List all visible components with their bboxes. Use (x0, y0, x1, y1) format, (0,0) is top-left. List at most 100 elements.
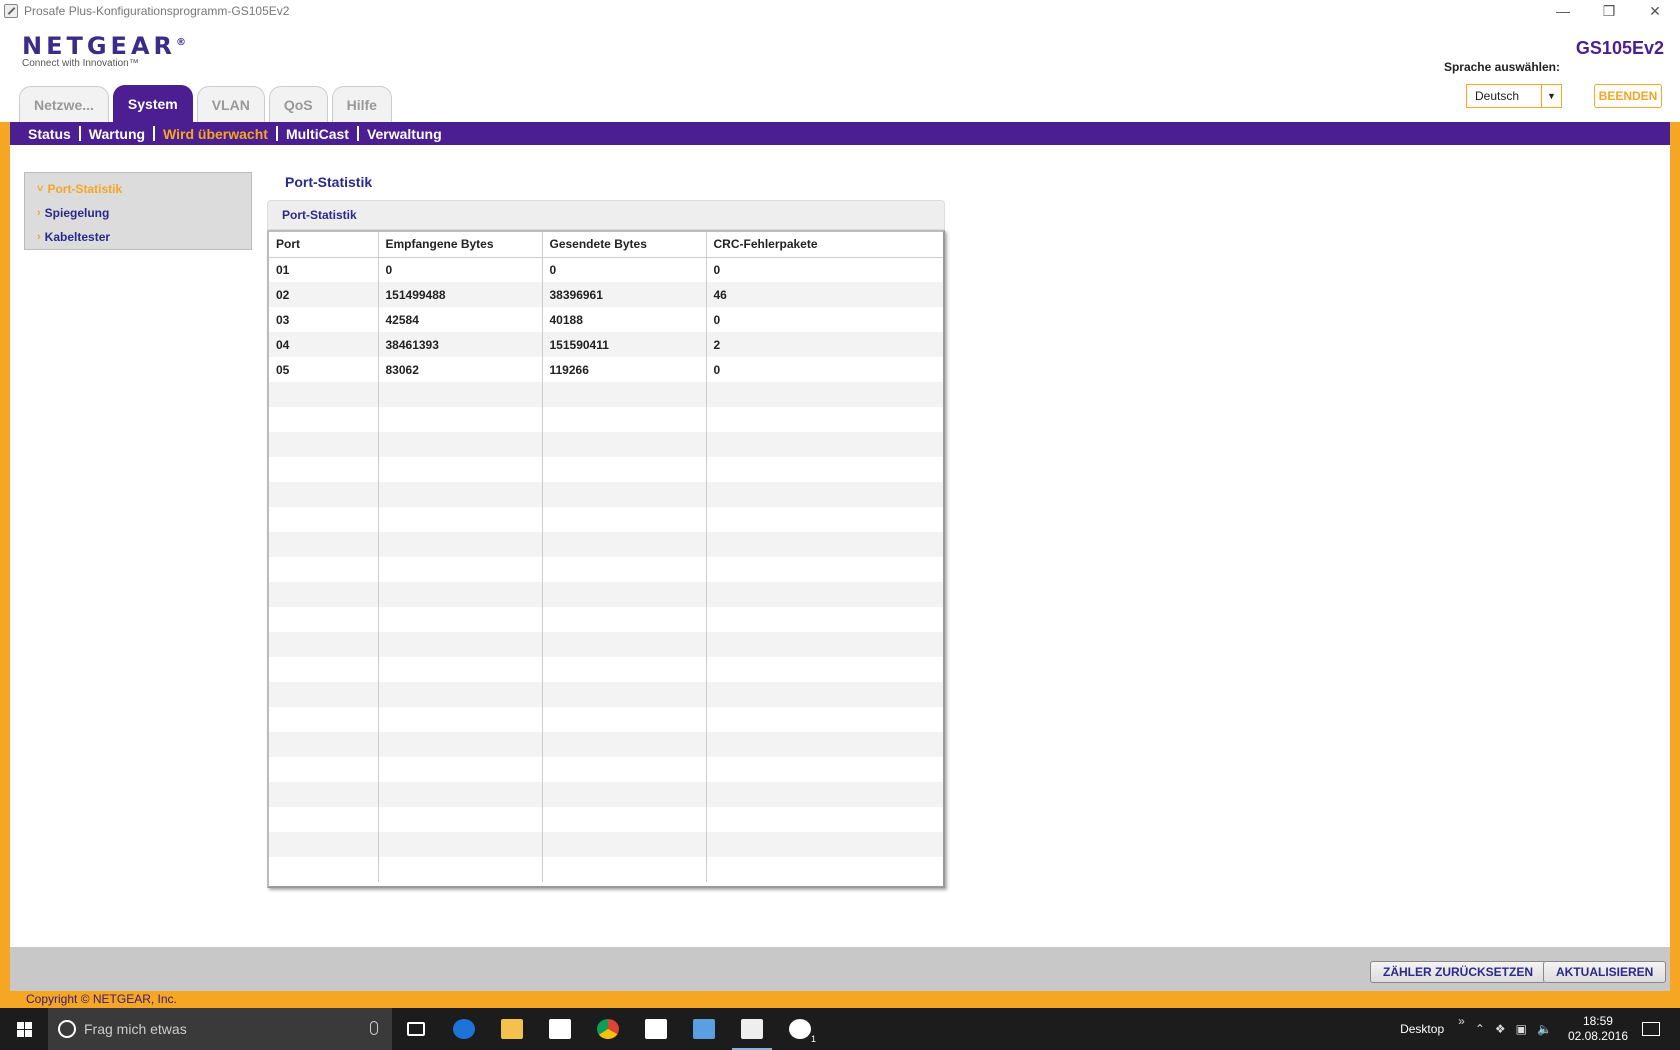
subnav-status[interactable]: Status (28, 126, 71, 142)
empty-table-row (269, 557, 943, 582)
empty-cell (542, 807, 707, 832)
empty-table-row (269, 632, 943, 657)
cell-crc-errors: 0 (706, 357, 943, 382)
xbox-icon (789, 1019, 811, 1039)
reset-counters-button[interactable]: ZÄHLER ZURÜCKSETZEN (1370, 961, 1546, 983)
empty-table-row (269, 657, 943, 682)
tab-system[interactable]: System (112, 85, 193, 122)
empty-cell (542, 757, 707, 782)
subnav-monitoring[interactable]: Wird überwacht (163, 126, 268, 142)
empty-cell (706, 582, 943, 607)
empty-cell (706, 482, 943, 507)
empty-cell (706, 407, 943, 432)
empty-cell (269, 682, 379, 707)
language-select[interactable]: Deutsch ▼ (1466, 84, 1562, 108)
taskbar-xbox[interactable]: 1 (776, 1008, 824, 1050)
empty-cell (542, 707, 707, 732)
tray-expand-icon[interactable]: ⌃ (1475, 1022, 1485, 1036)
tab-vlan[interactable]: VLAN (196, 86, 265, 122)
empty-table-row (269, 682, 943, 707)
port-statistics-panel: Port-Statistik Port Empfangene Bytes Ges… (267, 200, 945, 890)
empty-cell (269, 732, 379, 757)
restore-button[interactable]: ❒ (1586, 0, 1632, 22)
empty-cell (269, 832, 379, 857)
empty-cell (542, 657, 707, 682)
empty-cell (542, 582, 707, 607)
exit-button[interactable]: BEENDEN (1594, 84, 1662, 108)
empty-cell (378, 832, 543, 857)
empty-cell (706, 532, 943, 557)
cell-sent-bytes: 0 (542, 257, 707, 282)
device-model: GS105Ev2 (1575, 38, 1664, 58)
empty-cell (542, 382, 707, 407)
subnav-management[interactable]: Verwaltung (367, 126, 442, 142)
empty-cell (269, 707, 379, 732)
subnav-multicast[interactable]: MultiCast (286, 126, 349, 142)
empty-cell (269, 582, 379, 607)
dropdown-arrow-icon[interactable]: ▼ (1541, 85, 1561, 107)
sidemenu-item-mirroring[interactable]: › Spiegelung (25, 201, 251, 225)
subnav-separator (153, 126, 156, 141)
tab-qos[interactable]: QoS (268, 86, 328, 122)
sidemenu-item-port-statistics[interactable]: ˅ Port-Statistik (25, 177, 251, 201)
network-icon[interactable]: ▣ (1516, 1022, 1527, 1036)
folder-icon (501, 1019, 523, 1039)
taskbar-search[interactable]: Frag mich etwas (48, 1008, 392, 1050)
empty-cell (706, 607, 943, 632)
table-body: 01 0 0 0 02 151499488 38396961 46 03 425… (269, 257, 943, 882)
empty-table-row (269, 707, 943, 732)
empty-cell (706, 807, 943, 832)
page-title: Port-Statistik (285, 174, 373, 190)
refresh-button[interactable]: AKTUALISIEREN (1543, 961, 1667, 983)
toolbar-chevron-icon[interactable]: » (1458, 1014, 1465, 1028)
empty-cell (542, 832, 707, 857)
empty-cell (378, 382, 543, 407)
task-view-button[interactable] (392, 1008, 440, 1050)
empty-cell (378, 857, 543, 882)
brand-trademark: ® (176, 37, 186, 48)
taskbar-explorer[interactable] (488, 1008, 536, 1050)
sidemenu-item-cable-tester[interactable]: › Kabeltester (25, 225, 251, 249)
empty-cell (269, 782, 379, 807)
frame-border-right (1670, 122, 1680, 1008)
cell-received-bytes: 38461393 (378, 332, 543, 357)
column-header-crc-errors: CRC-Fehlerpakete (706, 232, 943, 258)
empty-cell (542, 482, 707, 507)
cell-crc-errors: 0 (706, 257, 943, 282)
empty-cell (706, 432, 943, 457)
taskbar-store[interactable] (536, 1008, 584, 1050)
empty-cell (378, 682, 543, 707)
subnav-separator (356, 126, 359, 141)
dropbox-icon[interactable]: ❖ (1495, 1022, 1506, 1036)
close-window-button[interactable]: ✕ (1632, 0, 1678, 22)
taskbar-edge[interactable] (440, 1008, 488, 1050)
notification-icon[interactable] (1642, 1022, 1660, 1036)
empty-cell (706, 457, 943, 482)
empty-cell (269, 657, 379, 682)
empty-cell (542, 682, 707, 707)
cell-sent-bytes: 40188 (542, 307, 707, 332)
volume-icon[interactable]: 🔈 (1537, 1022, 1552, 1036)
taskbar-clock[interactable]: 18:59 02.08.2016 (1568, 1014, 1628, 1044)
empty-cell (378, 657, 543, 682)
empty-table-row (269, 382, 943, 407)
taskbar-app-grid[interactable] (632, 1008, 680, 1050)
empty-cell (378, 607, 543, 632)
copyright-text: Copyright © NETGEAR, Inc. (26, 992, 177, 1006)
subnav-maintenance[interactable]: Wartung (89, 126, 145, 142)
cell-sent-bytes: 119266 (542, 357, 707, 382)
tab-network[interactable]: Netzwe... (19, 86, 109, 122)
taskbar-app-window[interactable] (680, 1008, 728, 1050)
start-button[interactable] (0, 1008, 48, 1050)
microphone-icon[interactable] (370, 1021, 378, 1035)
cell-sent-bytes: 151590411 (542, 332, 707, 357)
taskbar-prosafe[interactable] (728, 1008, 776, 1050)
panel-title: Port-Statistik (267, 200, 945, 230)
cell-crc-errors: 0 (706, 307, 943, 332)
empty-cell (378, 732, 543, 757)
taskbar-chrome[interactable] (584, 1008, 632, 1050)
column-header-received-bytes: Empfangene Bytes (378, 232, 543, 258)
minimize-button[interactable]: — (1540, 0, 1586, 22)
tab-help[interactable]: Hilfe (331, 86, 392, 122)
desktop-toolbar-label[interactable]: Desktop (1400, 1022, 1444, 1036)
